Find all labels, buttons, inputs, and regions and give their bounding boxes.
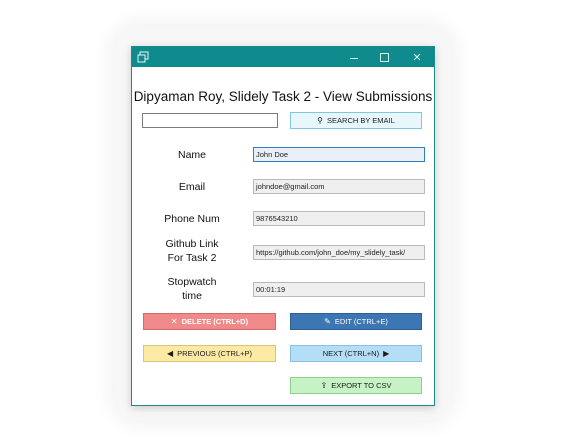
screenshot-stage: ✕ Dipyaman Roy, Slidely Task 2 - View Su… [0,0,568,439]
maximize-icon [379,52,389,62]
stopwatch-label: Stopwatch time [132,275,252,303]
close-button[interactable]: ✕ [402,47,432,67]
search-icon: ⚲ [317,116,324,125]
github-label-line2: For Task 2 [167,252,217,264]
stopwatch-field[interactable]: 00:01:19 [253,282,425,297]
delete-button[interactable]: ✕ DELETE (CTRL+D) [143,313,276,330]
github-link-label: Github Link For Task 2 [132,237,252,265]
next-button-label: NEXT (CTRL+N) [322,349,380,358]
previous-button-label: PREVIOUS (CTRL+P) [177,349,252,358]
edit-button[interactable]: ✎ EDIT (CTRL+E) [290,313,422,330]
search-input[interactable] [142,113,278,128]
pencil-icon: ✎ [324,317,331,326]
minimize-icon [350,57,358,59]
app-window-icon [137,51,149,63]
export-icon: ⇪ [320,381,328,390]
name-label: Name [177,149,206,161]
edit-button-label: EDIT (CTRL+E) [334,317,388,326]
github-label-line1: Github Link [165,238,219,250]
export-button-label: EXPORT TO CSV [331,381,392,390]
email-label: Email [178,181,206,193]
stopwatch-label-line1: Stopwatch [167,276,217,288]
phone-label: Phone Num [164,213,220,225]
search-button-label: SEARCH BY EMAIL [327,116,395,125]
export-to-csv-button[interactable]: ⇪ EXPORT TO CSV [290,377,422,394]
minimize-button[interactable] [339,47,369,67]
name-field[interactable]: John Doe [253,147,425,162]
email-field[interactable]: johndoe@gmail.com [253,179,425,194]
view-submissions-window: ✕ Dipyaman Roy, Slidely Task 2 - View Su… [131,46,435,406]
delete-button-label: DELETE (CTRL+D) [181,317,249,326]
github-link-field[interactable]: https://github.com/john_doe/my_slidely_t… [253,245,425,260]
search-by-email-button[interactable]: ⚲ SEARCH BY EMAIL [290,112,422,129]
maximize-button[interactable] [369,47,399,67]
next-button[interactable]: NEXT (CTRL+N) ▶ [290,345,422,362]
close-icon: ✕ [412,51,422,64]
stopwatch-label-line2: time [182,290,202,302]
triangle-left-icon: ◀ [167,349,174,358]
page-title: Dipyaman Roy, Slidely Task 2 - View Subm… [133,89,433,104]
title-bar[interactable]: ✕ [132,47,434,67]
previous-button[interactable]: ◀ PREVIOUS (CTRL+P) [143,345,276,362]
x-icon: ✕ [170,317,178,326]
phone-field[interactable]: 9876543210 [253,211,425,226]
triangle-right-icon: ▶ [383,349,390,358]
